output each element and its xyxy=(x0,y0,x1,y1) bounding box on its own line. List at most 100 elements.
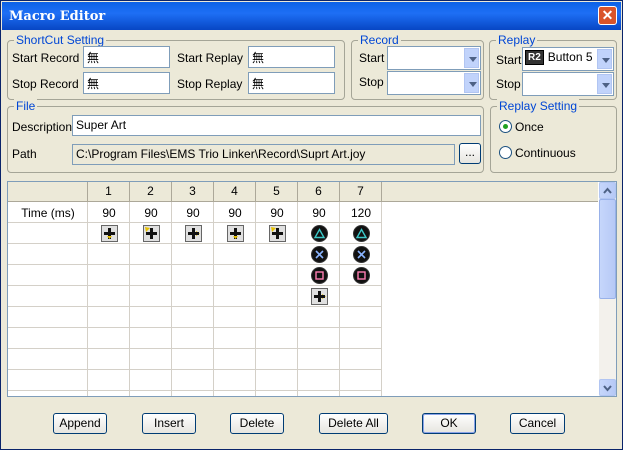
insert-button[interactable]: Insert xyxy=(142,413,196,434)
stop-record-field[interactable]: 無 xyxy=(83,72,170,94)
append-button[interactable]: Append xyxy=(53,413,107,434)
close-button[interactable]: ✕ xyxy=(598,6,617,25)
chevron-down-icon[interactable] xyxy=(597,74,612,94)
continuous-label[interactable]: Continuous xyxy=(515,146,576,160)
grid-column-header[interactable]: 3 xyxy=(172,182,214,202)
window-title: Macro Editor xyxy=(9,9,106,24)
title-bar[interactable]: Macro Editor ✕ xyxy=(2,2,621,30)
replay-stop-dropdown[interactable] xyxy=(522,72,614,96)
macro-editor-window: Macro Editor ✕ ShortCut Setting Start Re… xyxy=(0,0,623,450)
stop-replay-field[interactable]: 無 xyxy=(248,72,335,94)
triangle-button-icon[interactable] xyxy=(353,225,370,242)
chevron-down-icon[interactable] xyxy=(597,49,612,69)
description-label: Description xyxy=(12,120,73,134)
grid-row-divider xyxy=(8,306,382,307)
cross-button-icon[interactable] xyxy=(353,246,370,263)
time-cell[interactable]: 90 xyxy=(172,203,214,223)
start-replay-field[interactable]: 無 xyxy=(248,46,335,68)
time-cell[interactable]: 90 xyxy=(256,203,298,223)
continuous-radio[interactable] xyxy=(499,146,512,159)
time-row-label: Time (ms) xyxy=(21,206,75,220)
start-replay-label: Start Replay xyxy=(177,51,244,65)
grid-column-divider xyxy=(213,202,214,396)
record-stop-dropdown[interactable] xyxy=(387,71,481,95)
time-cell[interactable]: 90 xyxy=(298,203,340,223)
replay-start-value-wrap: R2 Button 5 xyxy=(525,50,593,66)
triangle-button-icon[interactable] xyxy=(311,225,328,242)
grid-header-corner xyxy=(8,182,88,202)
delete-all-button[interactable]: Delete All xyxy=(319,413,388,434)
grid-row-divider xyxy=(8,369,382,370)
chevron-down-icon[interactable] xyxy=(464,73,479,93)
description-field[interactable]: Super Art xyxy=(72,115,481,136)
grid-column-divider xyxy=(297,202,298,396)
grid-column-header[interactable]: 5 xyxy=(256,182,298,202)
grid-column-divider xyxy=(87,202,88,396)
grid-column-divider xyxy=(255,202,256,396)
replay-legend: Replay xyxy=(496,33,538,47)
file-legend: File xyxy=(14,99,38,113)
replay-setting-legend: Replay Setting xyxy=(497,99,580,113)
start-record-field[interactable]: 無 xyxy=(83,46,170,68)
record-stop-label: Stop xyxy=(359,75,384,89)
replay-start-label: Start xyxy=(496,53,522,67)
grid-column-header[interactable]: 1 xyxy=(88,182,130,202)
time-cell[interactable]: 120 xyxy=(340,203,382,223)
scroll-thumb[interactable] xyxy=(599,199,616,299)
replay-start-dropdown[interactable]: R2 Button 5 xyxy=(522,47,614,71)
chevron-down-icon xyxy=(603,385,612,392)
grid-row-divider xyxy=(8,264,382,265)
replay-stop-label: Stop xyxy=(496,77,521,91)
shortcut-setting-legend: ShortCut Setting xyxy=(14,33,107,47)
grid-column-header[interactable]: 2 xyxy=(130,182,172,202)
cancel-button[interactable]: Cancel xyxy=(510,413,565,434)
record-legend: Record xyxy=(358,33,401,47)
chevron-down-icon[interactable] xyxy=(464,48,479,68)
grid-column-divider xyxy=(171,202,172,396)
macro-grid[interactable]: 1 2 3 4 5 6 7 Time (ms) 90 90 90 90 90 90 120 xyxy=(7,181,617,397)
record-start-dropdown[interactable] xyxy=(387,46,481,70)
grid-row-divider xyxy=(8,243,382,244)
stop-replay-label: Stop Replay xyxy=(177,77,243,91)
vertical-scrollbar[interactable] xyxy=(599,182,616,396)
time-cell[interactable]: 90 xyxy=(88,203,130,223)
dpad-down-icon[interactable] xyxy=(227,225,244,242)
ok-button[interactable]: OK xyxy=(422,413,476,434)
grid-column-divider xyxy=(381,202,382,396)
grid-column-header[interactable]: 4 xyxy=(214,182,256,202)
r2-button-icon: R2 xyxy=(525,50,544,66)
grid-row-divider xyxy=(8,390,382,391)
stop-record-label: Stop Record xyxy=(12,77,79,91)
start-record-label: Start Record xyxy=(12,51,80,65)
browse-button[interactable]: ... xyxy=(459,143,481,164)
replay-start-value: Button 5 xyxy=(547,50,593,64)
path-label: Path xyxy=(12,147,37,161)
grid-column-header[interactable]: 6 xyxy=(298,182,340,202)
chevron-up-icon xyxy=(603,187,612,194)
time-cell[interactable]: 90 xyxy=(130,203,172,223)
record-start-label: Start xyxy=(359,51,385,65)
grid-column-divider xyxy=(339,202,340,396)
dpad-up-left-icon[interactable] xyxy=(269,225,286,242)
once-radio[interactable] xyxy=(499,120,512,133)
path-field[interactable]: C:\Program Files\EMS Trio Linker\Record\… xyxy=(72,144,455,165)
grid-column-header[interactable]: 7 xyxy=(340,182,382,202)
grid-row-divider xyxy=(8,327,382,328)
scroll-down-button[interactable] xyxy=(599,379,616,396)
once-label[interactable]: Once xyxy=(515,120,544,134)
dpad-up-left-icon[interactable] xyxy=(143,225,160,242)
grid-row-divider xyxy=(8,348,382,349)
grid-header-filler xyxy=(382,182,598,202)
replay-setting-group: Replay Setting xyxy=(490,99,617,173)
grid-column-divider xyxy=(129,202,130,396)
dpad-right-icon[interactable] xyxy=(311,288,328,305)
cross-button-icon[interactable] xyxy=(311,246,328,263)
time-cell[interactable]: 90 xyxy=(214,203,256,223)
grid-row-divider xyxy=(8,285,382,286)
dpad-down-icon[interactable] xyxy=(101,225,118,242)
square-button-icon[interactable] xyxy=(353,267,370,284)
dpad-right-icon[interactable] xyxy=(185,225,202,242)
square-button-icon[interactable] xyxy=(311,267,328,284)
delete-button[interactable]: Delete xyxy=(230,413,284,434)
scroll-up-button[interactable] xyxy=(599,182,616,199)
